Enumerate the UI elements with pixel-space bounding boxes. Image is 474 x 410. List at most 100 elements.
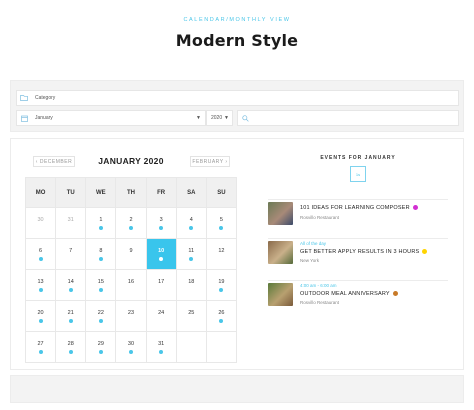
calendar-day[interactable]: 14 <box>56 270 87 301</box>
calendar-day[interactable]: 12 <box>206 239 237 270</box>
event-dot-icon <box>98 226 103 230</box>
day-number: 6 <box>39 248 43 254</box>
event-dot-icon <box>98 257 103 261</box>
calendar-day[interactable]: 9 <box>116 239 147 270</box>
day-number: 21 <box>67 310 74 316</box>
calendar-day[interactable]: 24 <box>146 301 177 332</box>
event-title-text: GET BETTER APPLY RESULTS IN 3 HOURS <box>300 249 420 255</box>
day-number: 10 <box>158 248 165 254</box>
day-number: 14 <box>67 279 74 285</box>
event-venue: Rosvillo Restaurant <box>300 215 340 220</box>
next-month-label: FEBRUARY <box>192 158 224 165</box>
category-badge-icon <box>392 291 398 297</box>
day-number: 29 <box>97 341 104 347</box>
calendar-day[interactable]: 17 <box>146 270 177 301</box>
event-thumbnail[interactable] <box>268 283 293 306</box>
month-select[interactable]: January ▼ <box>16 110 206 126</box>
chevron-down-icon: ▼ <box>196 115 201 121</box>
weekday-header: TH <box>116 178 147 208</box>
search-input[interactable] <box>237 110 459 126</box>
category-select[interactable]: Category <box>16 90 459 106</box>
calendar-day[interactable]: 18 <box>176 270 207 301</box>
event-time: 4:00 am - 6:00 am <box>300 283 337 288</box>
day-number: 3 <box>159 217 163 223</box>
calendar-day[interactable]: 26 <box>206 301 237 332</box>
calendar-day[interactable]: 16 <box>116 270 147 301</box>
calendar-day[interactable]: 30 <box>116 332 147 363</box>
event-title-text: 101 IDEAS FOR LEARNING COMPOSER <box>300 205 410 211</box>
search-icon <box>238 111 252 125</box>
events-day-box[interactable]: 1s <box>350 166 366 182</box>
weekday-header: WE <box>86 178 117 208</box>
calendar-day[interactable]: 4 <box>176 208 207 239</box>
calendar-day[interactable]: 20 <box>26 301 57 332</box>
calendar-day[interactable]: 28 <box>56 332 87 363</box>
event-dot-icon <box>159 226 164 230</box>
event-title[interactable]: OUTDOOR MEAL ANNIVERSARY <box>300 291 398 297</box>
calendar-day[interactable]: 15 <box>86 270 117 301</box>
calendar-day[interactable]: 31 <box>146 332 177 363</box>
calendar-day[interactable]: 13 <box>26 270 57 301</box>
day-number: 27 <box>37 341 44 347</box>
event-dot-icon <box>98 350 103 354</box>
weekday-header: SA <box>176 178 207 208</box>
calendar-day <box>176 332 207 363</box>
event-thumbnail[interactable] <box>268 202 293 225</box>
calendar-day-today[interactable]: 10 <box>146 239 177 270</box>
day-number: 22 <box>97 310 104 316</box>
day-number: 5 <box>219 217 223 223</box>
day-number: 28 <box>67 341 74 347</box>
event-dot-icon <box>98 288 103 292</box>
calendar-day[interactable]: 3 <box>146 208 177 239</box>
calendar-day[interactable]: 30 <box>26 208 57 239</box>
calendar-day[interactable]: 5 <box>206 208 237 239</box>
day-number: 24 <box>158 310 165 316</box>
event-title[interactable]: 101 IDEAS FOR LEARNING COMPOSER <box>300 205 418 211</box>
event-dot-icon <box>128 226 133 230</box>
day-number: 15 <box>97 279 104 285</box>
weekday-header: MO <box>26 178 57 208</box>
calendar-day[interactable]: 27 <box>26 332 57 363</box>
event-dot-icon <box>38 319 43 323</box>
year-select[interactable]: 2020 ▼ <box>206 110 233 126</box>
event-dot-icon <box>219 319 224 323</box>
prev-month-label: DECEMBER <box>39 158 73 165</box>
prev-month-button[interactable]: ‹ DECEMBER <box>33 156 75 167</box>
event-item[interactable]: All of the day GET BETTER APPLY RESULTS I… <box>268 238 448 284</box>
calendar-day[interactable]: 19 <box>206 270 237 301</box>
event-dot-icon <box>189 226 194 230</box>
day-number: 7 <box>69 248 73 254</box>
calendar-day[interactable]: 22 <box>86 301 117 332</box>
calendar-day[interactable]: 31 <box>56 208 87 239</box>
calendar-grid: MO TU WE TH FR SA SU 30 31 1 2 3 4 5 6 7 8 9 10 11 12 13 14 15 1… <box>25 177 237 363</box>
calendar-day[interactable]: 23 <box>116 301 147 332</box>
day-number: 4 <box>189 217 193 223</box>
calendar-day[interactable]: 21 <box>56 301 87 332</box>
event-venue: Rosvillo Restaurant <box>300 300 340 305</box>
calendar-icon <box>17 111 31 125</box>
next-month-button[interactable]: FEBRUARY › <box>190 156 230 167</box>
day-number: 18 <box>188 279 195 285</box>
day-number: 17 <box>158 279 165 285</box>
calendar-day[interactable]: 11 <box>176 239 207 270</box>
event-dot-icon <box>68 288 73 292</box>
calendar-day[interactable]: 1 <box>86 208 117 239</box>
calendar-day[interactable]: 6 <box>26 239 57 270</box>
calendar-day[interactable]: 25 <box>176 301 207 332</box>
event-thumbnail[interactable] <box>268 241 293 264</box>
event-item[interactable]: 4:00 am - 6:00 am OUTDOOR MEAL ANNIVERSAR… <box>268 280 448 326</box>
event-dot-icon <box>38 288 43 292</box>
calendar-day[interactable]: 7 <box>56 239 87 270</box>
day-number: 30 <box>37 217 44 223</box>
day-number: 19 <box>218 279 225 285</box>
event-dot-icon <box>159 350 164 354</box>
event-title[interactable]: GET BETTER APPLY RESULTS IN 3 HOURS <box>300 249 428 255</box>
day-number: 31 <box>67 217 74 223</box>
day-number: 20 <box>37 310 44 316</box>
calendar-day[interactable]: 29 <box>86 332 117 363</box>
event-dot-icon <box>128 350 133 354</box>
event-dot-icon <box>38 257 43 261</box>
calendar-day[interactable]: 8 <box>86 239 117 270</box>
calendar-day[interactable]: 2 <box>116 208 147 239</box>
event-dot-icon <box>159 257 164 261</box>
